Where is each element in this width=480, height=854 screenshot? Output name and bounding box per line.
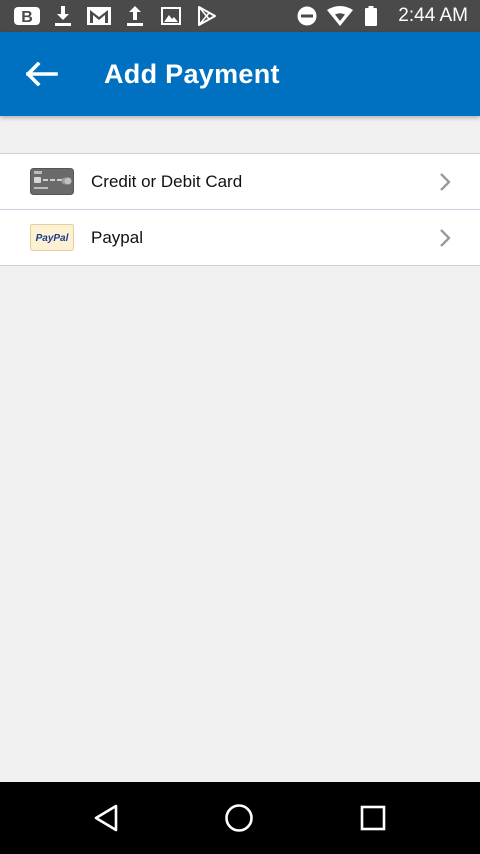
- svg-text:PayPal: PayPal: [36, 233, 69, 244]
- list-item-paypal[interactable]: PayPal Paypal: [0, 209, 480, 266]
- paypal-label: Paypal: [91, 228, 143, 247]
- payment-options-list: Credit or Debit Card PayPal Paypal: [0, 153, 480, 266]
- paypal-icon: PayPal: [30, 224, 74, 251]
- credit-card-icon: [30, 168, 74, 195]
- download-icon: [52, 6, 74, 26]
- nav-home-button[interactable]: [221, 800, 257, 836]
- b-app-icon: B: [14, 6, 40, 26]
- app-bar: Add Payment: [0, 32, 480, 116]
- list-item-credit-card[interactable]: Credit or Debit Card: [0, 153, 480, 209]
- status-time: 2:44 AM: [398, 5, 468, 26]
- gmail-icon: [86, 6, 112, 26]
- do-not-disturb-icon: [296, 6, 318, 26]
- nav-recents-button[interactable]: [355, 800, 391, 836]
- svg-text:B: B: [21, 9, 33, 25]
- upload-icon: [124, 6, 146, 26]
- page-title: Add Payment: [104, 59, 280, 89]
- back-triangle-icon: [94, 804, 118, 832]
- image-icon: [160, 6, 182, 26]
- back-button[interactable]: [22, 54, 62, 94]
- nav-back-button[interactable]: [88, 800, 124, 836]
- battery-icon: [364, 6, 378, 26]
- status-bar: B 2:44 AM: [0, 0, 480, 32]
- wifi-icon: [326, 6, 354, 26]
- credit-card-label: Credit or Debit Card: [91, 172, 243, 191]
- play-store-icon: [196, 6, 218, 26]
- chevron-right-icon: [438, 228, 452, 248]
- back-arrow-icon: [26, 62, 58, 86]
- chevron-right-icon: [438, 172, 452, 192]
- recents-square-icon: [360, 805, 386, 831]
- home-circle-icon: [225, 804, 253, 832]
- navigation-bar: [0, 782, 480, 854]
